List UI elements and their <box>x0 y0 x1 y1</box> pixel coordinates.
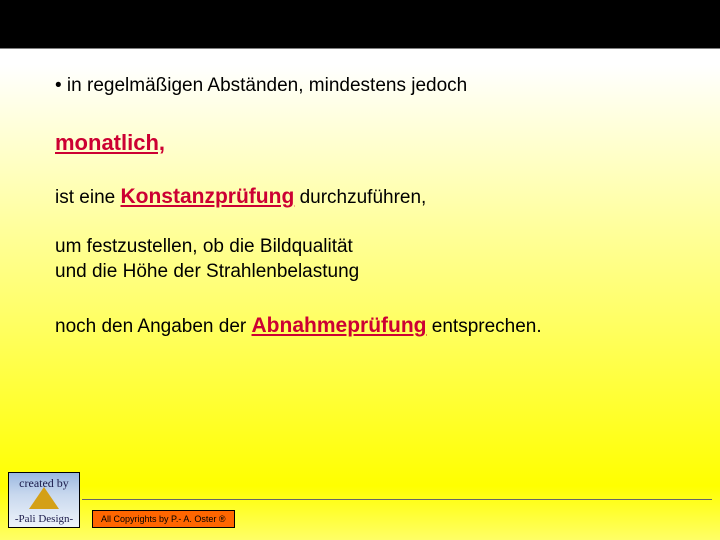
logo-pali-design: created by -Pali Design- <box>8 472 80 528</box>
text-post-abnahme: entsprechen. <box>427 316 542 337</box>
divider-line <box>82 499 712 500</box>
text-line-4b: und die Höhe der Strahlenbelastung <box>55 260 690 285</box>
bullet-line-1: • in regelmäßigen Abständen, mindestens … <box>55 74 690 99</box>
line-konstanz: ist eine Konstanzprüfung durchzuführen, <box>55 183 690 211</box>
text-pre-abnahme: noch den Angaben der <box>55 316 252 337</box>
word-abnahmepruefung: Abnahmeprüfung <box>252 314 427 337</box>
text-post-konstanz: durchzuführen, <box>294 187 426 208</box>
line-abnahme: noch den Angaben der Abnahmeprüfung ents… <box>55 312 690 340</box>
logo-text-bottom: -Pali Design- <box>9 513 79 525</box>
text-pre-konstanz: ist eine <box>55 187 120 208</box>
copyright-badge: All Copyrights by P.- A. Oster ® <box>92 510 235 528</box>
pyramid-icon <box>29 487 59 509</box>
slide-content: • in regelmäßigen Abständen, mindestens … <box>55 74 690 340</box>
emphasis-monatlich: monatlich, <box>55 129 690 158</box>
line-bildqualitaet: um festzustellen, ob die Bildqualität un… <box>55 235 690 284</box>
word-monatlich: monatlich, <box>55 130 165 155</box>
text-line-4a: um festzustellen, ob die Bildqualität <box>55 235 690 260</box>
word-konstanzpruefung: Konstanzprüfung <box>120 185 294 208</box>
